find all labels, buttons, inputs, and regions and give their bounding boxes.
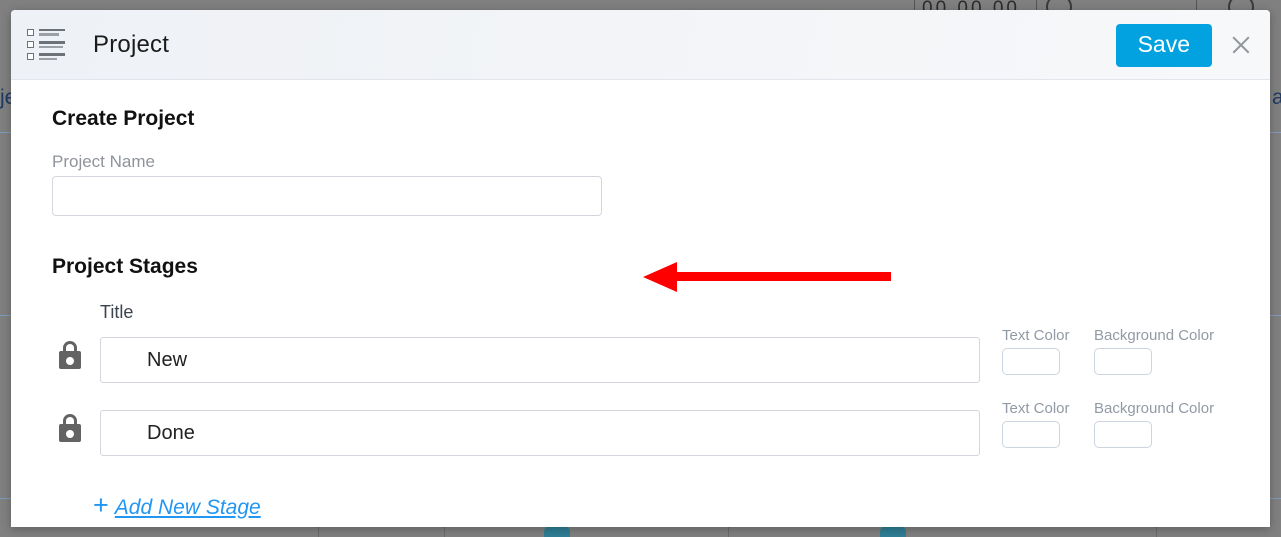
add-new-stage-button[interactable]: + Add New Stage bbox=[93, 490, 261, 521]
text-color-label: Text Color bbox=[1002, 327, 1070, 344]
background-color-label: Background Color bbox=[1094, 327, 1215, 344]
project-stages-heading: Project Stages bbox=[52, 255, 198, 278]
stage-background-color-group: Background Color bbox=[1094, 327, 1214, 375]
column-header-title: Title bbox=[100, 302, 134, 322]
modal-title: Project bbox=[93, 30, 170, 58]
background-status-pill bbox=[544, 526, 570, 537]
background-color-swatch[interactable] bbox=[1094, 421, 1152, 448]
list-icon bbox=[27, 28, 67, 62]
background-status-pill bbox=[880, 526, 906, 537]
create-project-heading: Create Project bbox=[52, 107, 195, 130]
stage-title-input[interactable] bbox=[100, 337, 980, 383]
stage-row: Text Color Background Color bbox=[11, 327, 1270, 383]
annotation-arrow-icon bbox=[643, 262, 891, 292]
project-modal: Project Save Create Project Project Name… bbox=[11, 10, 1270, 527]
lock-icon bbox=[58, 414, 82, 442]
modal-body: Create Project Project Name Project Stag… bbox=[11, 80, 1270, 527]
project-name-input[interactable] bbox=[52, 176, 602, 216]
text-color-swatch[interactable] bbox=[1002, 421, 1060, 448]
text-color-swatch[interactable] bbox=[1002, 348, 1060, 375]
stage-background-color-group: Background Color bbox=[1094, 400, 1214, 448]
background-color-swatch[interactable] bbox=[1094, 348, 1152, 375]
lock-icon bbox=[58, 341, 82, 369]
project-name-label: Project Name bbox=[52, 152, 155, 171]
close-icon[interactable] bbox=[1226, 30, 1256, 60]
modal-header-actions: Save bbox=[1115, 10, 1256, 80]
background-color-label: Background Color bbox=[1094, 400, 1215, 417]
stage-text-color-group: Text Color bbox=[1002, 327, 1070, 375]
text-color-label: Text Color bbox=[1002, 400, 1070, 417]
stage-row: Text Color Background Color bbox=[11, 400, 1270, 456]
plus-icon: + bbox=[93, 490, 109, 520]
stage-title-input[interactable] bbox=[100, 410, 980, 456]
stage-text-color-group: Text Color bbox=[1002, 400, 1070, 448]
modal-header: Project Save bbox=[11, 10, 1270, 80]
background-right-text: a bbox=[1272, 86, 1281, 109]
save-button[interactable]: Save bbox=[1115, 23, 1212, 67]
add-new-stage-label: Add New Stage bbox=[114, 495, 261, 519]
